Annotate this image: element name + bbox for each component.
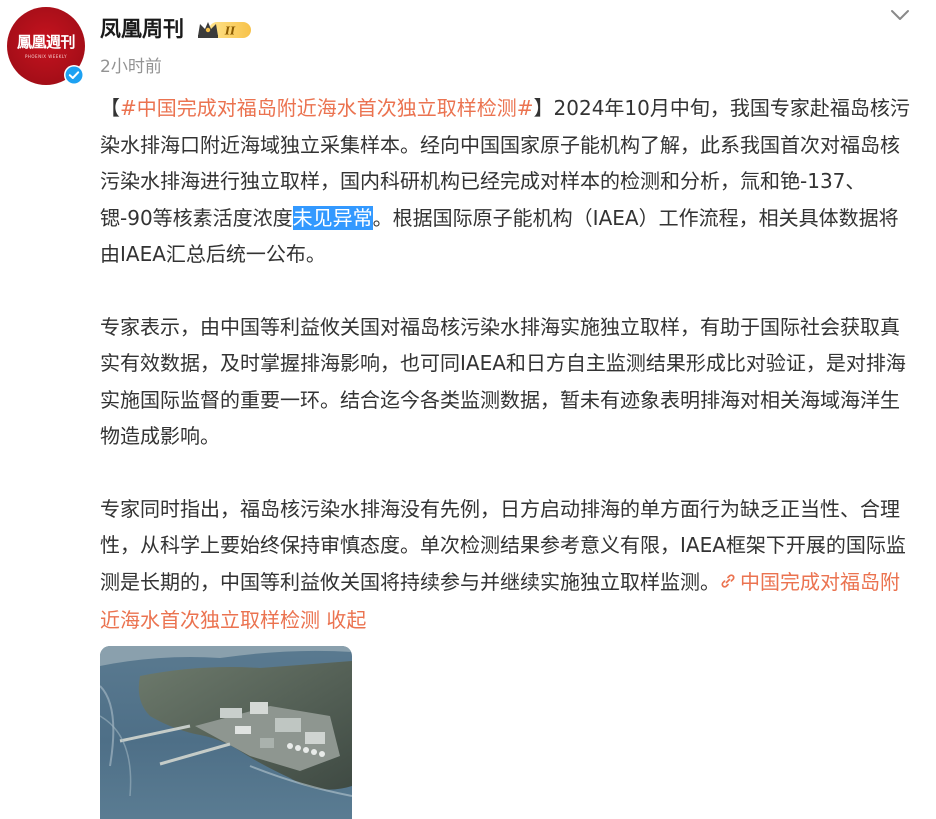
verified-check-icon	[64, 65, 84, 85]
paragraph-3: 专家同时指出，福岛核污染水排海没有先例，日方启动排海的单方面行为缺乏正当性、合理…	[100, 491, 916, 639]
weibo-post: 鳳凰週刊 PHOENIX WEEKLY 凤凰周刊 II 2小时前 【#中国完成对…	[0, 0, 936, 819]
author-name[interactable]: 凤凰周刊	[100, 14, 184, 44]
collapse-button[interactable]: 收起	[326, 608, 366, 632]
bracket-close: 】	[533, 96, 554, 120]
post-image[interactable]	[100, 646, 352, 819]
post-content: 【#中国完成对福岛附近海水首次独立取样检测#】2024年10月中旬，我国专家赴福…	[100, 90, 916, 639]
chevron-down-icon[interactable]	[889, 6, 911, 24]
avatar-logo-subtext: PHOENIX WEEKLY	[24, 54, 68, 59]
link-icon	[720, 566, 736, 603]
paragraph-2: 专家表示，由中国等利益攸关国对福岛核污染水排海实施独立取样，有助于国际社会获取真…	[100, 314, 906, 449]
bracket-open: 【	[100, 96, 120, 120]
paragraph-1: 【#中国完成对福岛附近海水首次独立取样检测#】2024年10月中旬，我国专家赴福…	[100, 90, 916, 273]
post-timestamp[interactable]: 2小时前	[100, 55, 162, 79]
crown-badge-icon[interactable]: II	[197, 19, 253, 41]
selected-text-highlight: 未见异常	[292, 205, 373, 230]
avatar-logo-text: 鳳凰週刊	[16, 33, 76, 51]
topic-tag-link[interactable]: #中国完成对福岛附近海水首次独立取样检测#	[120, 96, 534, 120]
badge-level-text: II	[224, 25, 236, 38]
